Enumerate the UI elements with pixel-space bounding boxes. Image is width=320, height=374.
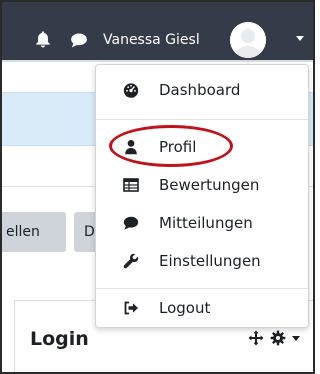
bell-icon[interactable] [34,30,52,48]
caret-down-icon[interactable] [296,36,304,41]
grades-table-icon [123,177,139,193]
user-avatar[interactable] [230,22,266,58]
chat-bubble-icon[interactable] [70,31,88,49]
menu-item-label: Mitteilungen [159,214,253,232]
page-button-1[interactable]: ellen [0,212,66,252]
user-dropdown-menu: Dashboard Profil Bewertungen Mitteilunge… [95,64,309,328]
block-menu-caret-icon[interactable] [292,336,300,341]
menu-item-bewertungen[interactable]: Bewertungen [96,170,308,200]
sign-out-icon [123,300,139,316]
message-bubble-icon [123,215,139,231]
menu-divider [96,119,308,120]
menu-item-logout[interactable]: Logout [96,293,308,323]
login-block-title: Login [30,328,89,350]
menu-divider [96,288,308,289]
top-navbar: Vanessa Giesl [0,0,315,60]
menu-item-mitteilungen[interactable]: Mitteilungen [96,208,308,238]
highlight-ring [109,125,233,167]
menu-item-label: Dashboard [159,81,241,99]
move-icon[interactable] [248,330,264,346]
user-name[interactable]: Vanessa Giesl [103,31,200,49]
menu-item-label: Bewertungen [159,176,260,194]
menu-item-label: Einstellungen [159,252,261,270]
menu-item-einstellungen[interactable]: Einstellungen [96,246,308,276]
wrench-icon [123,253,139,269]
menu-item-dashboard[interactable]: Dashboard [96,75,308,105]
menu-item-label: Logout [159,299,211,317]
dashboard-gauge-icon [123,82,139,98]
navbar-divider [0,60,315,62]
login-block-border-left [14,300,15,374]
gear-icon[interactable] [270,330,286,346]
